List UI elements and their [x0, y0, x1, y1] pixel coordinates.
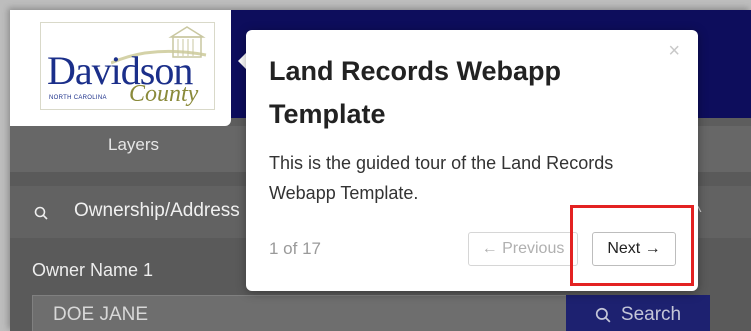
logo-state-text: NORTH CAROLINA: [49, 95, 107, 101]
close-icon[interactable]: ×: [668, 40, 680, 63]
tour-step-counter: 1 of 17: [269, 239, 321, 258]
search-icon: [34, 206, 48, 220]
search-button-label: Search: [620, 304, 682, 325]
county-logo[interactable]: Davidson NORTH CAROLINA County: [40, 22, 215, 110]
logo-county-script: County: [129, 81, 199, 107]
owner-name-label: Owner Name 1: [32, 260, 154, 280]
search-button[interactable]: Search: [566, 295, 710, 331]
tour-title: Land Records Webapp Template: [269, 56, 562, 129]
tour-description: This is the guided tour of the Land Reco…: [269, 153, 614, 203]
owner-name-field[interactable]: DOE JANE: [32, 295, 567, 331]
search-icon: [595, 307, 611, 323]
section-title: Ownership/Address: [74, 200, 240, 221]
tab-layers[interactable]: Layers: [108, 135, 159, 155]
logo-container: Davidson NORTH CAROLINA County: [10, 10, 231, 126]
previous-button[interactable]: ← Previous: [468, 232, 578, 266]
highlight-box: [570, 205, 694, 286]
